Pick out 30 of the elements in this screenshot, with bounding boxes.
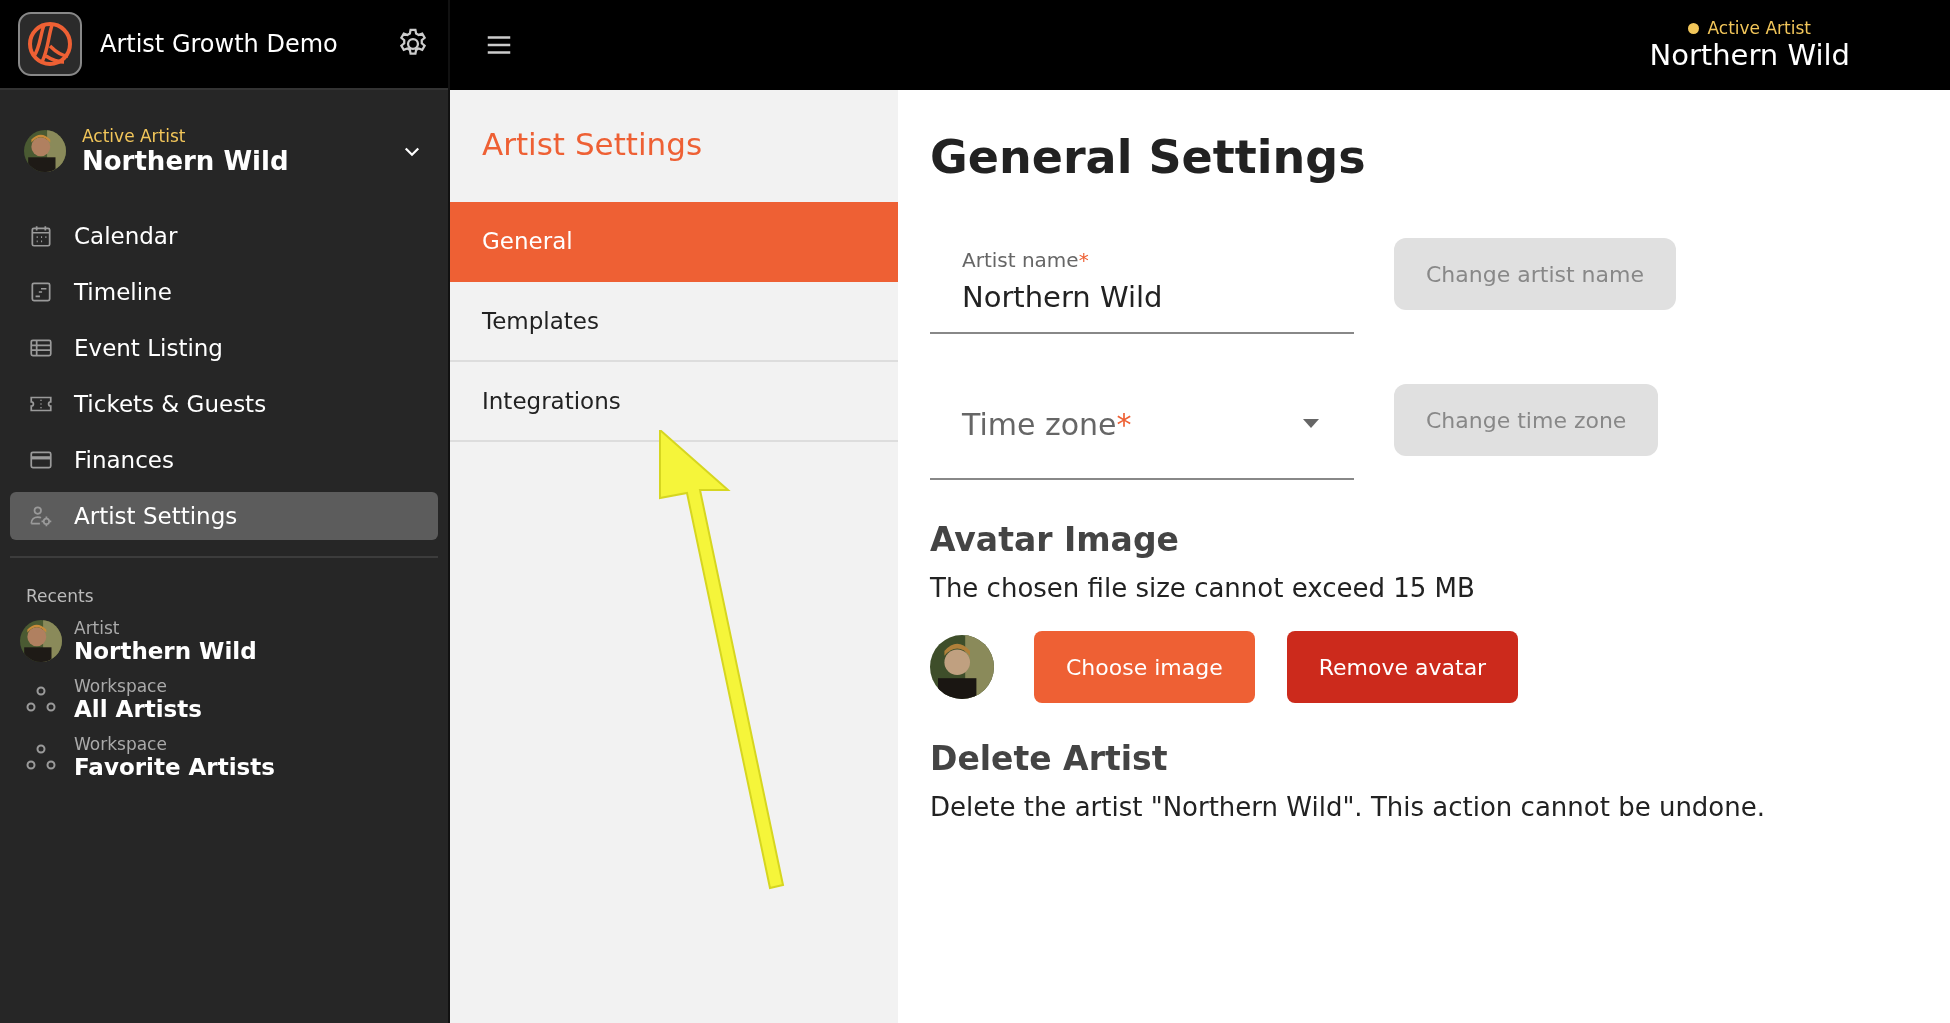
help-text: The chosen file size cannot exceed 15 MB xyxy=(930,573,1476,603)
nav-item[interactable]: Event Listing xyxy=(10,324,438,372)
logo-icon xyxy=(18,12,82,76)
artist-switcher[interactable]: Active Artist Northern Wild xyxy=(0,90,448,212)
active-artist-name: Northern Wild xyxy=(1649,38,1850,72)
recent-item[interactable]: Workspace All Artists xyxy=(0,672,448,726)
section-heading: Avatar Image xyxy=(930,520,1180,559)
caret-icon xyxy=(1302,419,1320,429)
calendar-icon xyxy=(28,223,54,249)
nav-item[interactable]: Tickets & Guests xyxy=(10,380,438,428)
nav-item[interactable]: Finances xyxy=(10,436,438,484)
user-gear-icon xyxy=(28,503,54,529)
nav-item[interactable]: Timeline xyxy=(10,268,438,316)
recent-item[interactable]: Workspace Favorite Artists xyxy=(0,730,448,784)
active-artist-label: Active Artist xyxy=(1688,18,1811,38)
nav-item[interactable]: Artist Settings xyxy=(10,492,438,540)
recent-item[interactable]: Artist Northern Wild xyxy=(0,614,448,668)
active-artist-name: Northern Wild xyxy=(82,146,290,176)
page-title: General Settings xyxy=(930,130,1367,184)
timeline-icon xyxy=(28,279,54,305)
nav-item[interactable]: Calendar xyxy=(10,212,438,260)
app-title: Artist Growth Demo xyxy=(100,30,339,58)
panel-title: Artist Settings xyxy=(481,125,704,164)
remove-avatar-button[interactable]: Remove avatar xyxy=(1286,631,1519,703)
help-text: Delete the artist "Northern Wild". This action cannot be undone. xyxy=(930,792,1766,822)
time-zone-select[interactable]: Time zone* xyxy=(930,360,1354,480)
section-heading: Recents xyxy=(25,586,95,606)
section-heading: Delete Artist xyxy=(930,739,1169,778)
active-artist-label: Active Artist xyxy=(82,126,187,146)
artist-name-field[interactable]: Artist name* Northern Wild xyxy=(930,214,1354,334)
